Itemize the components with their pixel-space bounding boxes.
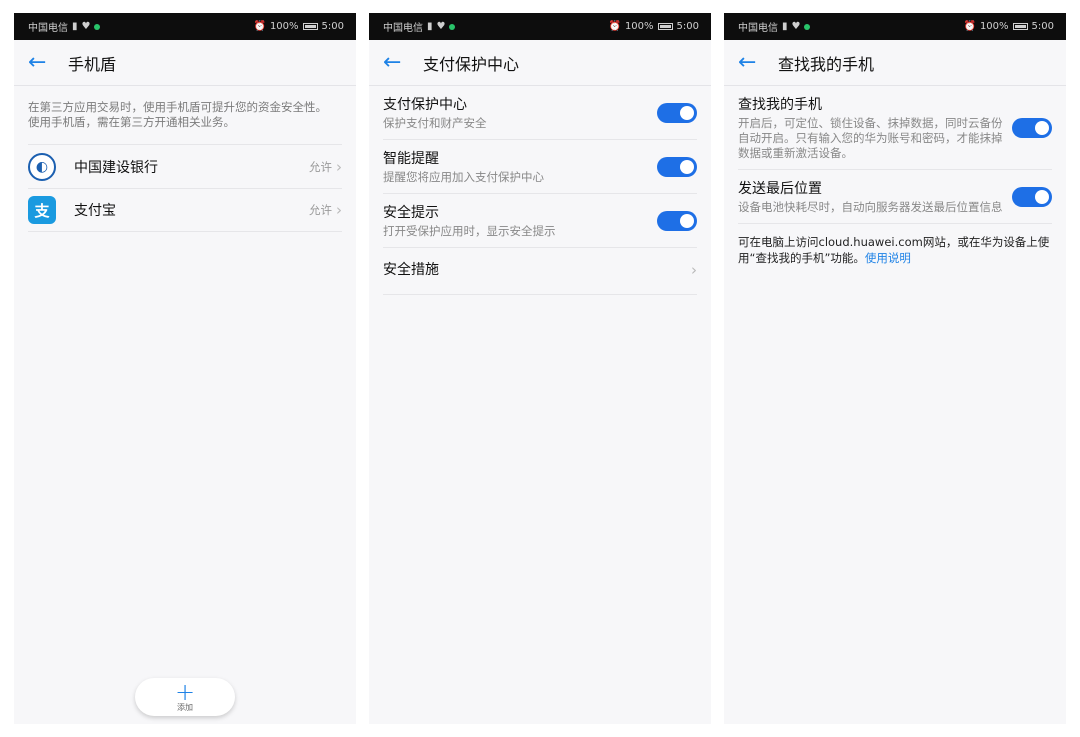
description-line: 使用手机盾，需在第三方开通相关业务。 [28, 115, 235, 129]
app-name: 支付宝 [74, 203, 116, 219]
add-label: 添加 [177, 702, 193, 712]
heart-icon: ♥ [81, 21, 91, 32]
phone-screen-payment-protection: 中国电信 ▮ ♥ ⏰ 100% 5:00 ← 支付保护中心 支付保护中心 保护支… [369, 13, 711, 724]
app-bar: ← 查找我的手机 [724, 40, 1066, 86]
setting-send-last-location: 发送最后位置 设备电池快耗尽时，自动向服务器发送最后位置信息 [738, 170, 1052, 224]
heart-icon: ♥ [791, 21, 801, 32]
payment-protection-toggle[interactable] [657, 103, 697, 123]
alipay-logo-icon: 支 [28, 196, 56, 224]
battery-percent: 100% [624, 21, 654, 32]
setting-subtitle: 设备电池快耗尽时，自动向服务器发送最后位置信息 [738, 200, 1003, 214]
app-list: ◐ 中国建设银行 允许 › 支 支付宝 允许 › [14, 144, 356, 232]
ccb-logo-icon: ◐ [28, 152, 56, 181]
status-bar: 中国电信 ▮ ♥ ⏰ 100% 5:00 [14, 13, 356, 40]
settings-list: 查找我的手机 开启后，可定位、锁住设备、抹掉数据，同时云备份自动开启。只有输入您… [724, 86, 1066, 224]
send-last-location-toggle[interactable] [1012, 187, 1052, 207]
signal-icon: ▮ [72, 21, 78, 32]
heart-icon: ♥ [436, 21, 446, 32]
description: 在第三方应用交易时，使用手机盾可提升您的资金安全性。 使用手机盾，需在第三方开通… [14, 86, 356, 142]
setting-title: 安全提示 [383, 205, 439, 221]
signal-icon: ▮ [427, 21, 433, 32]
phone-screen-shield: 中国电信 ▮ ♥ ⏰ 100% 5:00 ← 手机盾 在第三方应用交易时，使用手… [14, 13, 356, 724]
back-arrow-icon[interactable]: ← [383, 51, 423, 74]
chevron-right-icon: › [691, 261, 697, 279]
setting-title: 安全措施 [383, 262, 439, 278]
phone-screen-find-my-phone: 中国电信 ▮ ♥ ⏰ 100% 5:00 ← 查找我的手机 查找我的手机 开启后… [724, 13, 1066, 724]
page-title: 查找我的手机 [778, 54, 875, 74]
list-item-alipay[interactable]: 支 支付宝 允许 › [28, 188, 342, 232]
status-bar: 中国电信 ▮ ♥ ⏰ 100% 5:00 [369, 13, 711, 40]
notification-dot-icon [804, 23, 811, 30]
page-title: 支付保护中心 [423, 54, 520, 74]
battery-icon [657, 23, 673, 30]
app-status: 允许 [309, 203, 332, 217]
status-bar: 中国电信 ▮ ♥ ⏰ 100% 5:00 [724, 13, 1066, 40]
clock: 5:00 [676, 21, 699, 32]
setting-payment-protection: 支付保护中心 保护支付和财产安全 [383, 86, 697, 140]
clock: 5:00 [1031, 21, 1054, 32]
setting-find-my-phone: 查找我的手机 开启后，可定位、锁住设备、抹掉数据，同时云备份自动开启。只有输入您… [738, 86, 1052, 170]
battery-percent: 100% [269, 21, 299, 32]
setting-subtitle: 保护支付和财产安全 [383, 116, 487, 130]
back-arrow-icon[interactable]: ← [28, 51, 68, 74]
chevron-right-icon: › [336, 201, 342, 219]
setting-title: 支付保护中心 [383, 97, 467, 113]
settings-list: 支付保护中心 保护支付和财产安全 智能提醒 提醒您将应用加入支付保护中心 安全提… [369, 86, 711, 295]
battery-percent: 100% [979, 21, 1009, 32]
signal-icon: ▮ [782, 21, 788, 32]
app-status: 允许 [309, 159, 332, 174]
add-button[interactable]: + 添加 [135, 678, 235, 716]
setting-title: 查找我的手机 [738, 97, 822, 113]
smart-reminder-toggle[interactable] [657, 157, 697, 177]
list-item-ccb[interactable]: ◐ 中国建设银行 允许 › [28, 144, 342, 188]
app-name: 中国建设银行 [74, 159, 158, 176]
find-my-phone-toggle[interactable] [1012, 118, 1052, 138]
usage-guide-link[interactable]: 使用说明 [865, 251, 911, 265]
setting-subtitle: 打开受保护应用时，显示安全提示 [383, 224, 556, 238]
carrier-label: 中国电信 [738, 23, 778, 34]
alarm-icon: ⏰ [608, 21, 621, 32]
setting-title: 发送最后位置 [738, 181, 822, 197]
carrier-label: 中国电信 [383, 23, 423, 34]
app-bar: ← 手机盾 [14, 40, 356, 86]
carrier-label: 中国电信 [28, 23, 68, 34]
notification-dot-icon [94, 23, 101, 30]
info-note: 可在电脑上访问cloud.huawei.com网站，或在华为设备上使用“查找我的… [724, 224, 1066, 266]
notification-dot-icon [449, 23, 456, 30]
setting-subtitle: 提醒您将应用加入支付保护中心 [383, 170, 544, 184]
app-bar: ← 支付保护中心 [369, 40, 711, 86]
setting-subtitle: 开启后，可定位、锁住设备、抹掉数据，同时云备份自动开启。只有输入您的华为账号和密… [738, 116, 1003, 160]
alarm-icon: ⏰ [963, 21, 976, 32]
battery-icon [1012, 23, 1028, 30]
battery-icon [302, 23, 318, 30]
security-tip-toggle[interactable] [657, 211, 697, 231]
page-title: 手机盾 [68, 54, 117, 74]
clock: 5:00 [321, 21, 344, 32]
plus-icon: + [174, 677, 196, 706]
alarm-icon: ⏰ [253, 21, 266, 32]
setting-smart-reminder: 智能提醒 提醒您将应用加入支付保护中心 [383, 140, 697, 194]
back-arrow-icon[interactable]: ← [738, 51, 778, 74]
description-line: 在第三方应用交易时，使用手机盾可提升您的资金安全性。 [28, 100, 327, 114]
setting-title: 智能提醒 [383, 151, 439, 167]
chevron-right-icon: › [336, 157, 342, 176]
setting-security-tip: 安全提示 打开受保护应用时，显示安全提示 [383, 194, 697, 248]
list-item-security-measures[interactable]: 安全措施 › [383, 248, 697, 295]
